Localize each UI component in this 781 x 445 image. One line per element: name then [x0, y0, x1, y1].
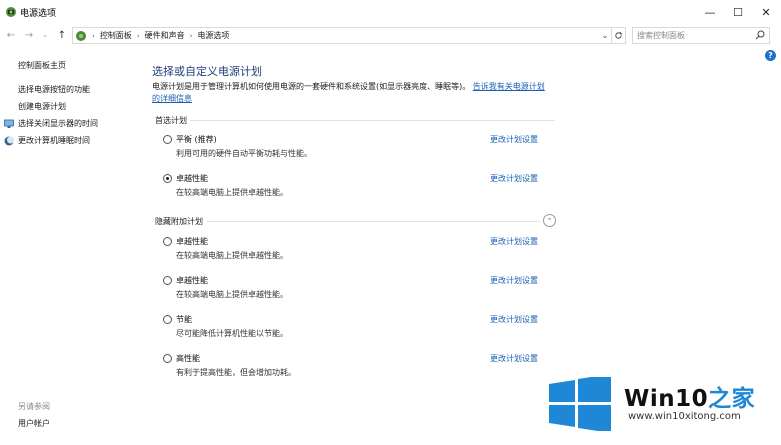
- back-button[interactable]: ←: [4, 28, 18, 42]
- plan-name: 高性能: [176, 354, 200, 363]
- divider: [190, 120, 555, 121]
- change-plan-settings-link[interactable]: 更改计划设置: [490, 236, 538, 247]
- divider: [207, 221, 540, 222]
- close-button[interactable]: ✕: [752, 0, 780, 24]
- collapse-chevron-icon[interactable]: ⌃: [543, 214, 556, 227]
- sidebar-item-power-button[interactable]: 选择电源按钮的功能: [18, 84, 90, 95]
- control-panel-home-link[interactable]: 控制面板主页: [18, 60, 66, 71]
- search-icon[interactable]: [755, 30, 765, 40]
- preferred-plans-heading: 首选计划: [155, 116, 187, 125]
- user-accounts-link[interactable]: 用户帐户: [18, 418, 50, 429]
- plan-power-saver: 节能 尽可能降低计算机性能以节能。 更改计划设置: [163, 314, 558, 344]
- address-dropdown-icon[interactable]: ⌄: [599, 28, 611, 43]
- plan-description: 在较高端电脑上提供卓越性能。: [176, 290, 288, 299]
- window-title: 电源选项: [20, 9, 57, 19]
- search-input[interactable]: 搜索控制面板: [632, 27, 770, 44]
- plan-description: 在较高端电脑上提供卓越性能。: [176, 251, 288, 260]
- plan-high-performance: 高性能 有利于提高性能，但会增加功耗。 更改计划设置: [163, 353, 558, 383]
- see-also-heading: 另请参阅: [18, 402, 50, 411]
- plan-hidden-1: 卓越性能 在较高端电脑上提供卓越性能。 更改计划设置: [163, 236, 558, 266]
- power-options-icon: [6, 7, 16, 17]
- watermark-brand: Win10之家: [624, 379, 755, 413]
- plan-name: 卓越性能: [176, 276, 208, 285]
- breadcrumb-hardware-sound[interactable]: 硬件和声音: [145, 30, 185, 41]
- plan-description: 利用可用的硬件自动平衡功耗与性能。: [176, 149, 312, 158]
- watermark-brand-a: Win10: [624, 386, 709, 412]
- plan-ultimate-performance: 卓越性能 在较高端电脑上提供卓越性能。 更改计划设置: [163, 173, 558, 203]
- plan-radio-balanced[interactable]: [163, 135, 172, 144]
- plan-description: 尽可能降低计算机性能以节能。: [176, 329, 288, 338]
- breadcrumb-power-options[interactable]: 电源选项: [197, 30, 229, 41]
- plan-description: 有利于提高性能，但会增加功耗。: [176, 368, 296, 377]
- plan-balanced: 平衡 (推荐) 利用可用的硬件自动平衡功耗与性能。 更改计划设置: [163, 134, 558, 164]
- breadcrumb-control-panel[interactable]: 控制面板: [100, 30, 132, 41]
- moon-icon: [4, 136, 14, 146]
- address-bar[interactable]: › 控制面板 › 硬件和声音 › 电源选项 ⌄: [72, 27, 612, 44]
- monitor-icon: [4, 119, 14, 128]
- windows-logo-icon: [549, 377, 611, 431]
- refresh-button[interactable]: [612, 27, 626, 44]
- up-button[interactable]: ↑: [55, 28, 69, 42]
- change-plan-settings-link[interactable]: 更改计划设置: [490, 134, 538, 145]
- minimize-button[interactable]: —: [696, 0, 724, 24]
- breadcrumb-separator: ›: [92, 31, 95, 40]
- plan-hidden-2: 卓越性能 在较高端电脑上提供卓越性能。 更改计划设置: [163, 275, 558, 305]
- watermark-brand-b: 之家: [708, 386, 756, 412]
- breadcrumb-separator: ›: [136, 31, 140, 40]
- plan-radio[interactable]: [163, 237, 172, 246]
- search-placeholder: 搜索控制面板: [637, 31, 685, 40]
- power-options-icon: [76, 30, 86, 41]
- sidebar-item-create-plan[interactable]: 创建电源计划: [18, 101, 66, 112]
- breadcrumb-separator: ›: [189, 31, 193, 40]
- plan-name: 卓越性能: [176, 174, 208, 183]
- description-text: 电源计划是用于管理计算机如何使用电源的一套硬件和系统设置(如显示器亮度、睡眠等)…: [152, 82, 471, 91]
- plan-name: 节能: [176, 315, 192, 324]
- hidden-plans-heading[interactable]: 隐藏附加计划: [155, 216, 203, 227]
- refresh-icon: [615, 31, 623, 39]
- change-plan-settings-link[interactable]: 更改计划设置: [490, 173, 538, 184]
- plan-radio[interactable]: [163, 354, 172, 363]
- plan-description: 在较高端电脑上提供卓越性能。: [176, 188, 288, 197]
- watermark-url: www.win10xitong.com: [628, 411, 741, 422]
- plan-radio[interactable]: [163, 315, 172, 324]
- plan-radio[interactable]: [163, 276, 172, 285]
- maximize-button[interactable]: ☐: [724, 0, 752, 24]
- page-description: 电源计划是用于管理计算机如何使用电源的一套硬件和系统设置(如显示器亮度、睡眠等)…: [152, 81, 552, 105]
- change-plan-settings-link[interactable]: 更改计划设置: [490, 275, 538, 286]
- sidebar-item-display-off[interactable]: 选择关闭显示器的时间: [18, 118, 98, 129]
- change-plan-settings-link[interactable]: 更改计划设置: [490, 314, 538, 325]
- title-bar: 电源选项 — ☐ ✕: [0, 0, 781, 25]
- plan-radio-ultimate[interactable]: [163, 174, 172, 183]
- recent-locations-dropdown[interactable]: ⌄: [38, 28, 52, 42]
- forward-button[interactable]: →: [22, 28, 36, 42]
- help-icon[interactable]: ?: [765, 50, 776, 61]
- plan-name: 卓越性能: [176, 237, 208, 246]
- plan-name: 平衡 (推荐): [176, 135, 217, 144]
- change-plan-settings-link[interactable]: 更改计划设置: [490, 353, 538, 364]
- address-row: ← → ⌄ ↑ › 控制面板 › 硬件和声音 › 电源选项 ⌄ 搜索控制面板: [0, 25, 781, 47]
- sidebar-item-sleep[interactable]: 更改计算机睡眠时间: [18, 135, 90, 146]
- page-title: 选择或自定义电源计划: [152, 65, 262, 78]
